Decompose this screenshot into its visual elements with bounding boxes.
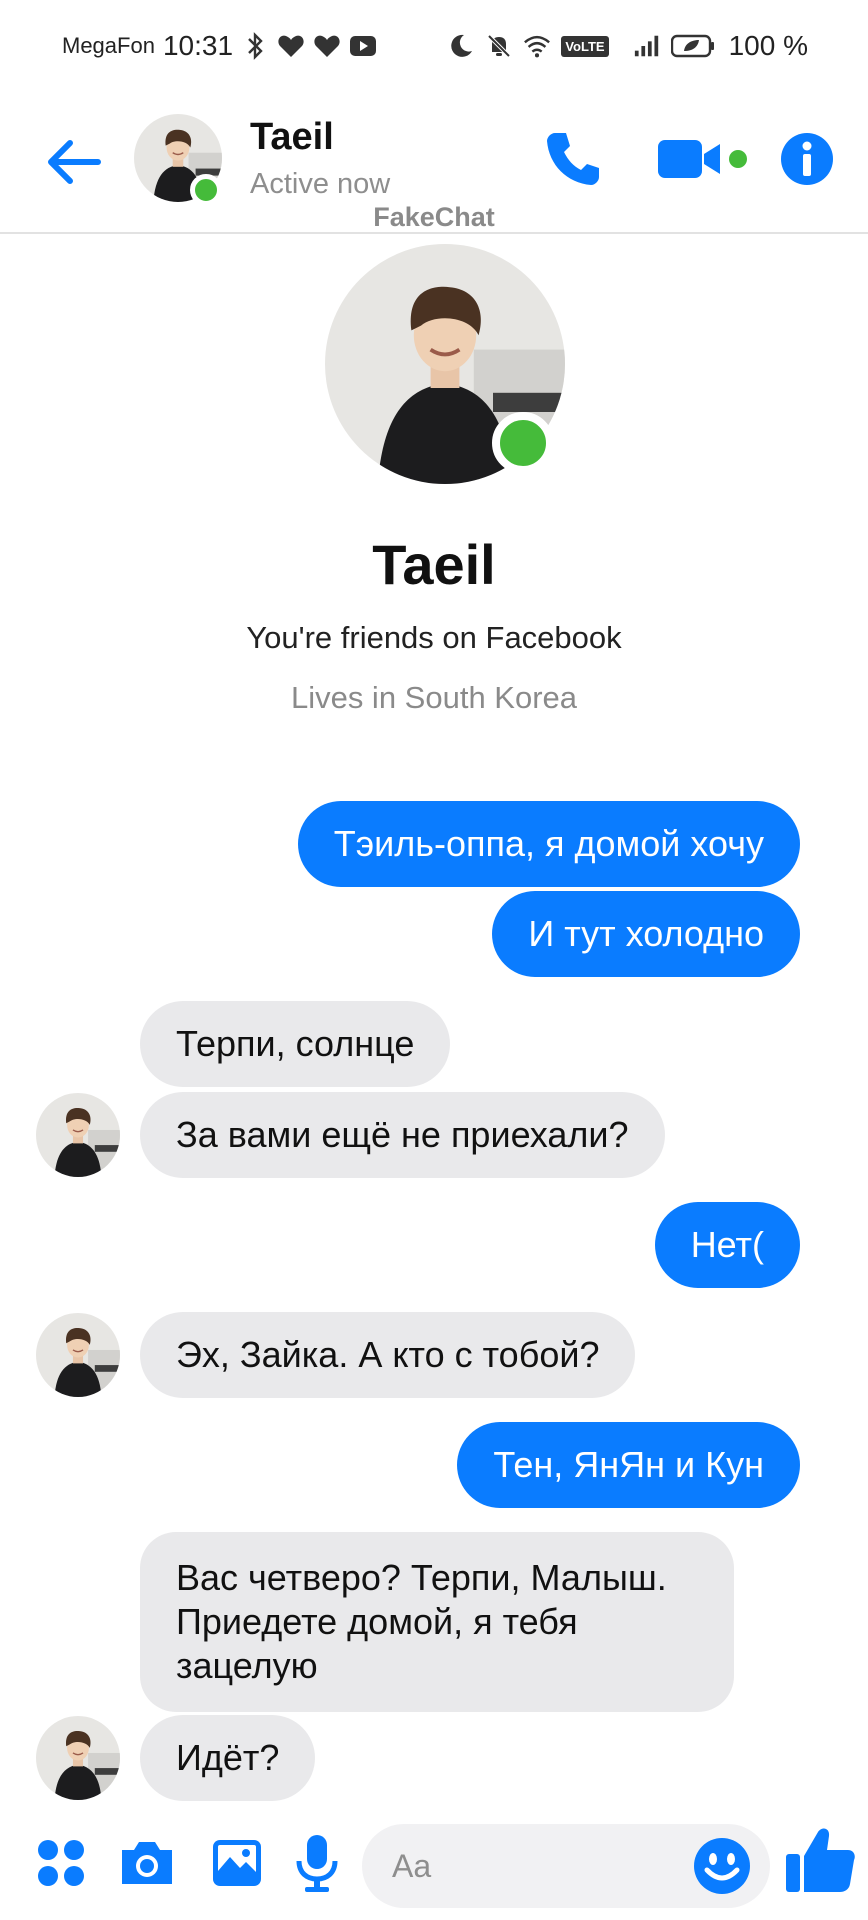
friends-info: You're friends on Facebook [246,620,622,655]
microphone-icon [296,1835,338,1892]
four-dots-icon [38,1840,84,1886]
moon-icon [447,32,475,60]
info-icon [781,133,833,185]
message-bubble-outgoing[interactable]: И тут холодно [492,891,800,977]
active-status: Active now [250,168,391,200]
battery-percentage: 100 % [728,30,808,61]
message-bubble-outgoing[interactable]: Тен, ЯнЯн и Кун [457,1422,800,1508]
message-bubble-incoming[interactable]: Идёт? [140,1715,316,1801]
video-camera-icon [658,140,747,178]
message-input[interactable]: Aa [362,1824,770,1908]
online-indicator [492,412,554,474]
arrow-left-icon [48,140,101,184]
voice-call-button[interactable] [538,124,608,194]
clock: 10:31 [162,30,234,61]
avatar [36,1313,120,1397]
contact-name[interactable]: Taeil [250,116,334,159]
message-composer: Aa [0,1814,868,1920]
camera-icon [122,1842,172,1884]
watermark: FakeChat [373,202,495,232]
mute-bell-icon [485,32,513,60]
signal-icon [633,32,661,60]
youtube-icon [349,32,377,60]
profile-name: Taeil [372,533,496,596]
location-info: Lives in South Korea [290,680,578,715]
apps-button[interactable] [30,1832,92,1894]
volte-badge: VoLTE [561,35,609,57]
message-bubble-outgoing[interactable]: Тэиль-оппа, я домой хочу [297,801,800,887]
gallery-button[interactable] [206,1832,268,1894]
message-bubble-incoming[interactable]: За вами ещё не приехали? [140,1092,665,1178]
camera-button[interactable] [116,1832,178,1894]
avatar [36,1093,120,1177]
heart-app-icon [313,32,341,60]
image-icon [213,1840,261,1886]
phone-icon [547,133,599,185]
avatar [36,1716,120,1800]
wifi-icon [523,32,551,60]
chat-header: Taeil Active now FakeChat [0,96,868,234]
message-bubble-incoming[interactable]: Терпи, солнце [140,1001,451,1087]
voice-message-button[interactable] [286,1832,348,1894]
video-call-button[interactable] [656,124,752,194]
info-button[interactable] [772,124,842,194]
message-input-placeholder: Aa [392,1848,432,1884]
thumbs-up-icon [786,1828,855,1892]
message-bubble-incoming[interactable]: Эх, Зайка. А кто с тобой? [140,1312,636,1398]
like-button[interactable] [782,1822,858,1898]
battery-icon [670,32,715,60]
message-bubble-outgoing[interactable]: Нет( [654,1202,800,1288]
bluetooth-icon [241,32,269,60]
back-button[interactable] [44,132,104,192]
message-bubble-incoming[interactable]: Вас четверо? Терпи, Малыш. Приедете домо… [140,1532,734,1712]
heart-app-icon [277,32,305,60]
emoji-button[interactable] [692,1836,752,1896]
status-bar: MegaFon 10:31 VoLTE 100 % [0,0,868,96]
smiley-icon [694,1838,750,1894]
carrier-name: MegaFon [62,33,155,58]
